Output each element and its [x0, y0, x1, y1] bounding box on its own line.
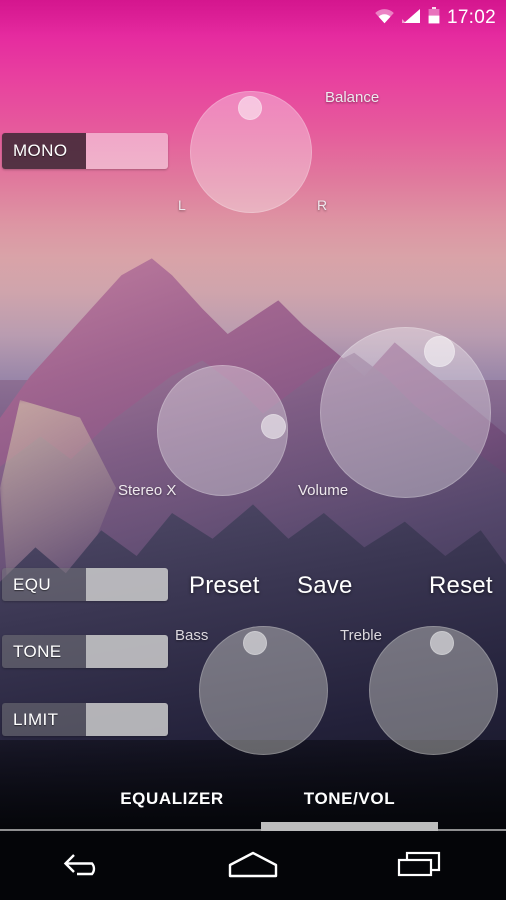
mono-switch[interactable]: MONO: [2, 133, 168, 169]
tone-switch[interactable]: TONE: [2, 635, 168, 668]
reset-button[interactable]: Reset: [429, 572, 493, 600]
stereo-x-knob-label: Stereo X: [118, 482, 177, 499]
status-bar-clock: 17:02: [446, 7, 496, 28]
balance-right-label: R: [317, 197, 328, 213]
limit-switch[interactable]: LIMIT: [2, 703, 168, 736]
signal-icon: [401, 8, 421, 29]
nav-recents-button[interactable]: [382, 843, 462, 891]
tone-switch-label: TONE: [2, 635, 86, 668]
save-button[interactable]: Save: [297, 572, 353, 600]
wifi-icon: [374, 8, 395, 29]
volume-knob-label: Volume: [298, 482, 349, 499]
app-root: 17:02 MONO Balance L R Stereo X Volume E…: [0, 0, 506, 900]
nav-back-button[interactable]: [44, 843, 124, 891]
bass-knob-indicator: [243, 631, 267, 655]
tab-equalizer-label: EQUALIZER: [120, 789, 224, 808]
stereo-x-knob[interactable]: [157, 365, 288, 496]
bass-knob[interactable]: [199, 626, 328, 755]
treble-knob-indicator: [430, 631, 454, 655]
tab-tone-vol-label: TONE/VOL: [303, 789, 396, 808]
tab-bar-divider: [0, 829, 506, 831]
tab-bar: ❮ EQUALIZER TONE/VOL: [0, 768, 506, 831]
balance-knob-indicator: [238, 96, 262, 120]
mono-switch-label: MONO: [2, 133, 86, 169]
battery-icon: [428, 7, 440, 29]
equ-switch-label: EQU: [2, 568, 86, 601]
treble-knob-label: Treble: [340, 627, 382, 644]
balance-knob[interactable]: [190, 91, 312, 213]
nav-home-button[interactable]: [213, 843, 293, 891]
android-nav-bar: [0, 833, 506, 900]
home-icon: [225, 849, 281, 884]
preset-button[interactable]: Preset: [189, 572, 260, 600]
recents-icon: [397, 849, 447, 884]
tab-equalizer[interactable]: EQUALIZER: [94, 768, 250, 830]
bass-knob-label: Bass: [175, 627, 209, 644]
back-icon: [60, 850, 108, 883]
tone-switch-track: [86, 635, 168, 668]
equ-switch-track: [86, 568, 168, 601]
status-bar: 17:02: [0, 0, 506, 36]
limit-switch-label: LIMIT: [2, 703, 86, 736]
mono-switch-track: [86, 133, 168, 169]
equ-switch[interactable]: EQU: [2, 568, 168, 601]
volume-knob-indicator: [424, 336, 455, 367]
treble-knob[interactable]: [369, 626, 498, 755]
limit-switch-track: [86, 703, 168, 736]
balance-left-label: L: [178, 197, 186, 213]
stereo-x-knob-indicator: [261, 414, 286, 439]
volume-knob[interactable]: [320, 327, 491, 498]
balance-knob-label: Balance: [325, 89, 380, 106]
tab-tone-vol[interactable]: TONE/VOL: [261, 768, 438, 830]
